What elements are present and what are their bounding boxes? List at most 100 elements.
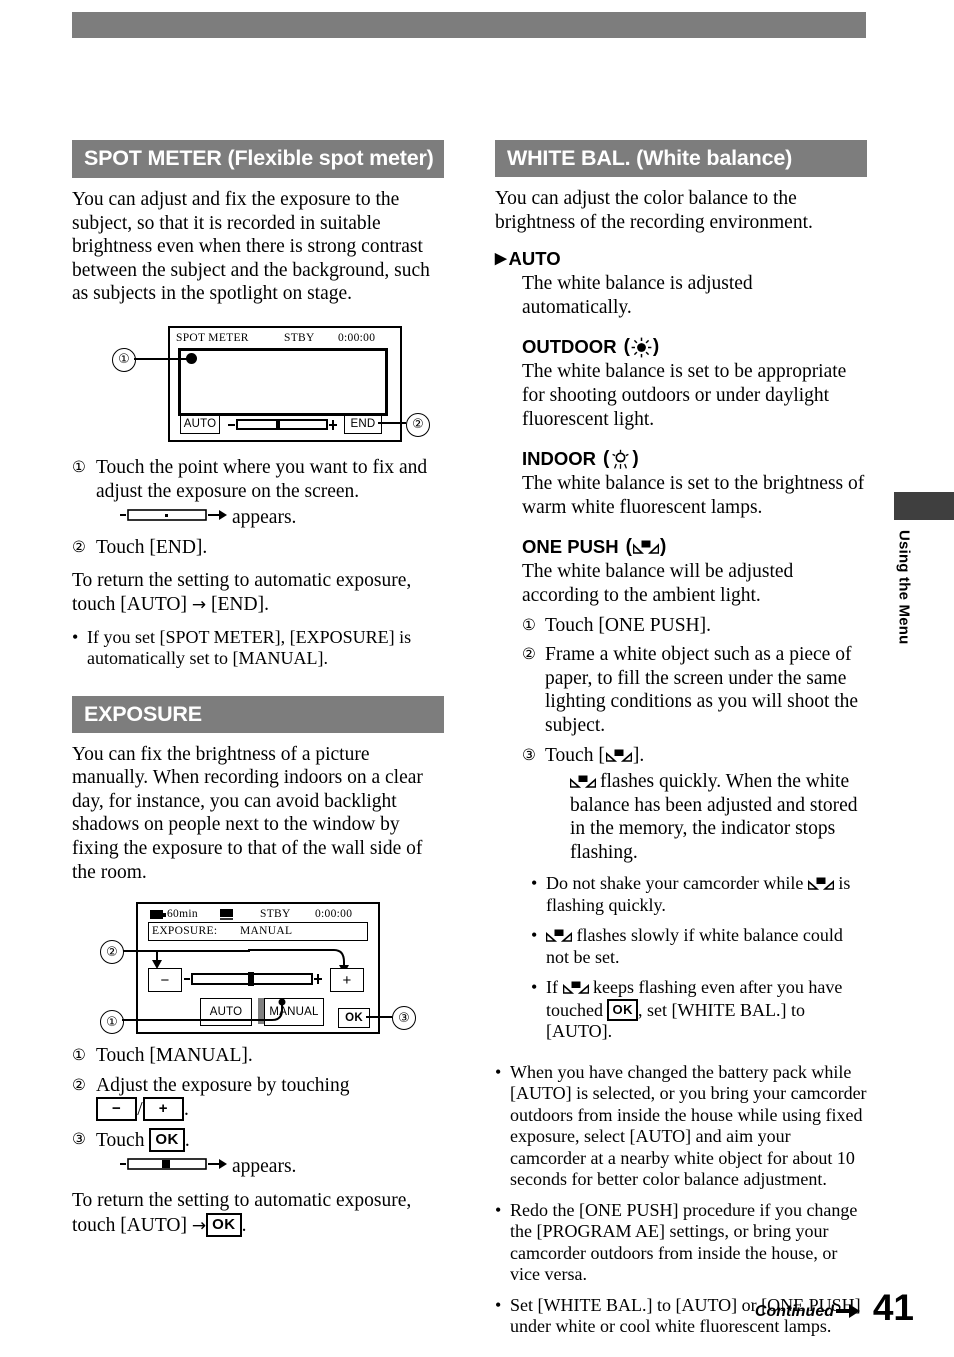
lcd-picture-area	[178, 347, 388, 416]
option-body-outdoor: The white balance is set to be appropria…	[522, 361, 847, 430]
callout-3-leader	[366, 1016, 392, 1019]
option-title: ONE PUSH	[522, 536, 619, 558]
bullet-icon: •	[531, 977, 538, 998]
section-heading-spot-meter: SPOT METER (Flexible spot meter)	[72, 140, 444, 178]
step-text: Touch [MANUAL].	[96, 1045, 253, 1067]
one-push-wb-icon	[562, 981, 589, 995]
step-close: ].	[632, 744, 645, 766]
one-push-wb-icon	[569, 775, 597, 788]
section-heading-exposure: EXPOSURE	[72, 695, 444, 733]
one-push-subnote-2: • flashes slowly if white balance could …	[531, 925, 867, 968]
step-text: Frame a white object such as a piece of …	[545, 644, 859, 736]
plus-key[interactable]: +	[142, 1097, 184, 1122]
bullet-icon: •	[495, 1199, 502, 1220]
one-push-step-2: ② Frame a white object such as a piece o…	[522, 643, 867, 737]
osd-title: SPOT METER	[176, 331, 249, 344]
right-column: WHITE BAL. (White balance) You can adjus…	[495, 140, 867, 1338]
manual-page: Using the Menu SPOT METER (Flexible spot…	[0, 0, 954, 1357]
exposure-appears-line: appears.	[120, 1155, 444, 1179]
step-number: ①	[522, 615, 536, 634]
one-push-icon-group: ( )	[625, 536, 667, 558]
exposure-step-3: ③ Touch OK.	[72, 1127, 444, 1153]
step-number: ①	[72, 457, 86, 476]
ok-key[interactable]: OK	[149, 1127, 185, 1152]
option-body-auto: The white balance is adjusted automatica…	[522, 273, 753, 318]
step-text: Touch [END].	[96, 536, 208, 558]
sun-icon	[631, 337, 652, 358]
lcd-auto-button[interactable]: AUTO	[180, 414, 220, 434]
lcd-plus-button[interactable]: +	[330, 968, 364, 993]
note-text: When you have changed the battery pack w…	[510, 1061, 867, 1190]
step-text: Adjust the exposure by touching	[96, 1074, 350, 1096]
white-bal-note-1: • When you have changed the battery pack…	[495, 1062, 867, 1191]
option-body-one-push: The white balance will be adjusted accor…	[522, 561, 794, 606]
osd-mode-label: EXPOSURE:	[152, 925, 218, 938]
note-pre: If	[546, 977, 558, 998]
spot-meter-return-paragraph: To return the setting to automatic expos…	[72, 569, 444, 617]
period: .	[184, 1129, 190, 1151]
spot-meter-appears-line: appears.	[120, 506, 444, 530]
right-arrow-icon: →	[191, 594, 207, 615]
callout-1: ①	[112, 347, 136, 372]
callout-1-leader	[122, 998, 286, 1022]
lcd-ok-button[interactable]: OK	[338, 1008, 370, 1029]
note-text: Redo the [ONE PUSH] procedure if you cha…	[510, 1199, 858, 1285]
period: .	[241, 1214, 247, 1236]
option-heading-auto: ▶ AUTO	[495, 248, 867, 270]
lcd-end-button[interactable]: END	[344, 414, 382, 434]
one-push-wb-icon	[605, 749, 633, 762]
lcd-minus-button[interactable]: −	[148, 968, 182, 993]
osd-timecode: 0:00:00	[315, 908, 353, 921]
option-heading-indoor: INDOOR ( )	[495, 448, 867, 470]
step-text: Touch the point where you want to fix an…	[96, 456, 428, 502]
side-tab: Using the Menu	[884, 530, 924, 750]
step-text: Touch [	[545, 744, 605, 766]
outdoor-icon-group: ( )	[623, 336, 660, 358]
battery-icon	[150, 910, 166, 920]
callout-1-leader	[134, 357, 188, 360]
period: .	[183, 1099, 189, 1121]
left-column: SPOT METER (Flexible spot meter) You can…	[72, 140, 444, 1238]
spot-meter-step-1: ① Touch the point where you want to fix …	[72, 456, 444, 503]
minus-key[interactable]: −	[96, 1097, 138, 1122]
callout-2-leader	[378, 421, 406, 424]
right-arrow-icon: →	[191, 1215, 207, 1236]
white-bal-note-2: • Redo the [ONE PUSH] procedure if you c…	[495, 1200, 867, 1286]
bullet-icon: •	[72, 626, 79, 647]
step-number: ③	[522, 745, 536, 764]
option-title: OUTDOOR	[522, 336, 617, 358]
step-number: ①	[72, 1046, 86, 1065]
spot-meter-intro: You can adjust and fix the exposure to t…	[72, 189, 430, 305]
selected-marker-icon: ▶	[495, 250, 507, 268]
bullet-icon: •	[531, 925, 538, 946]
callout-2: ②	[406, 412, 430, 437]
option-title: AUTO	[508, 248, 561, 270]
step-text: Touch [ONE PUSH].	[545, 614, 711, 636]
spot-meter-step-2: ② Touch [END].	[72, 536, 444, 560]
osd-status: STBY	[284, 331, 315, 344]
exposure-step-2: ② Adjust the exposure by touching − / +.	[72, 1074, 444, 1122]
bullet-icon: •	[531, 873, 538, 894]
callout-2-leader	[122, 950, 250, 953]
step-number: ②	[522, 645, 536, 664]
ok-key[interactable]: OK	[206, 1212, 242, 1237]
exposure-slider-icon	[184, 972, 322, 987]
osd-status: STBY	[260, 908, 291, 921]
white-bal-intro: You can adjust the color balance to the …	[495, 188, 813, 233]
bullet-icon: •	[495, 1061, 502, 1082]
ok-key[interactable]: OK	[607, 998, 638, 1021]
spot-meter-note: • If you set [SPOT METER], [EXPOSURE] is…	[72, 627, 444, 670]
one-push-step-3-detail: flashes quickly. When the white balance …	[569, 770, 867, 864]
spot-meter-figure: SPOT METER STBY 0:00:00 ① AUTO END ②	[72, 320, 444, 450]
exposure-bar-icon	[120, 509, 227, 521]
continued-arrow-icon	[836, 1301, 860, 1323]
section-heading-white-bal: WHITE BAL. (White balance)	[495, 140, 867, 177]
header-band	[72, 12, 866, 38]
note-pre: Do not shake your camcorder while	[546, 873, 804, 894]
page-number: 41	[872, 1287, 914, 1328]
side-tab-marker	[894, 492, 954, 520]
one-push-wb-icon	[807, 877, 835, 891]
option-title: INDOOR	[522, 448, 596, 470]
exposure-bar-icon	[228, 418, 337, 430]
note-text: If you set [SPOT METER], [EXPOSURE] is a…	[87, 626, 412, 669]
